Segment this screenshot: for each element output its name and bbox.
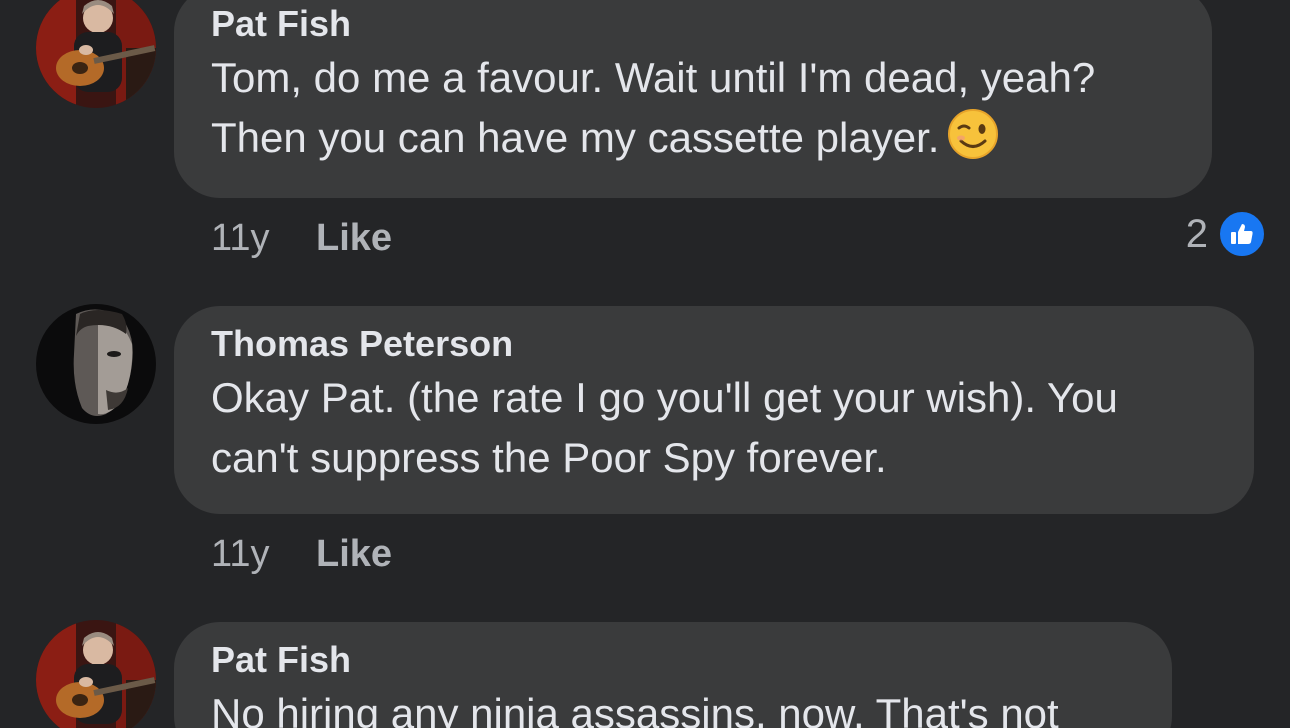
comment-timestamp[interactable]: 11y (211, 217, 316, 260)
reaction-count: 2 (1185, 211, 1208, 256)
comment-text: No hiring any ninja assassins, now. That… (211, 690, 1059, 728)
comment-bubble[interactable]: Pat Fish Tom, do me a favour. Wait until… (174, 0, 1212, 198)
guitar-player-avatar-image (36, 0, 156, 108)
comment-text: Tom, do me a favour. Wait until I'm dead… (211, 48, 1174, 176)
avatar[interactable] (36, 304, 156, 424)
comment-bubble[interactable]: Thomas Peterson Okay Pat. (the rate I go… (174, 306, 1254, 514)
comment-author[interactable]: Pat Fish (211, 2, 1174, 46)
guitar-player-avatar-image (36, 620, 156, 728)
like-thumb-icon (1218, 210, 1266, 258)
comment-timestamp[interactable]: 11y (211, 533, 316, 576)
comment-text: Okay Pat. (the rate I go you'll get your… (211, 374, 1118, 481)
comment-actions: 11y Like (211, 214, 392, 262)
comment-bubble[interactable]: Pat Fish No hiring any ninja assassins, … (174, 622, 1172, 728)
comment-author[interactable]: Pat Fish (211, 638, 1134, 682)
like-button[interactable]: Like (316, 217, 392, 260)
reaction-summary[interactable]: 2 (1186, 210, 1266, 258)
comment-thread: Pat Fish Tom, do me a favour. Wait until… (0, 0, 1290, 728)
comment-author[interactable]: Thomas Peterson (211, 322, 1216, 366)
avatar[interactable] (36, 0, 156, 108)
winking-face-emoji-icon (947, 108, 999, 176)
portrait-avatar-image (36, 304, 156, 424)
comment-actions: 11y Like (211, 530, 392, 578)
avatar[interactable] (36, 620, 156, 728)
like-button[interactable]: Like (316, 533, 392, 576)
